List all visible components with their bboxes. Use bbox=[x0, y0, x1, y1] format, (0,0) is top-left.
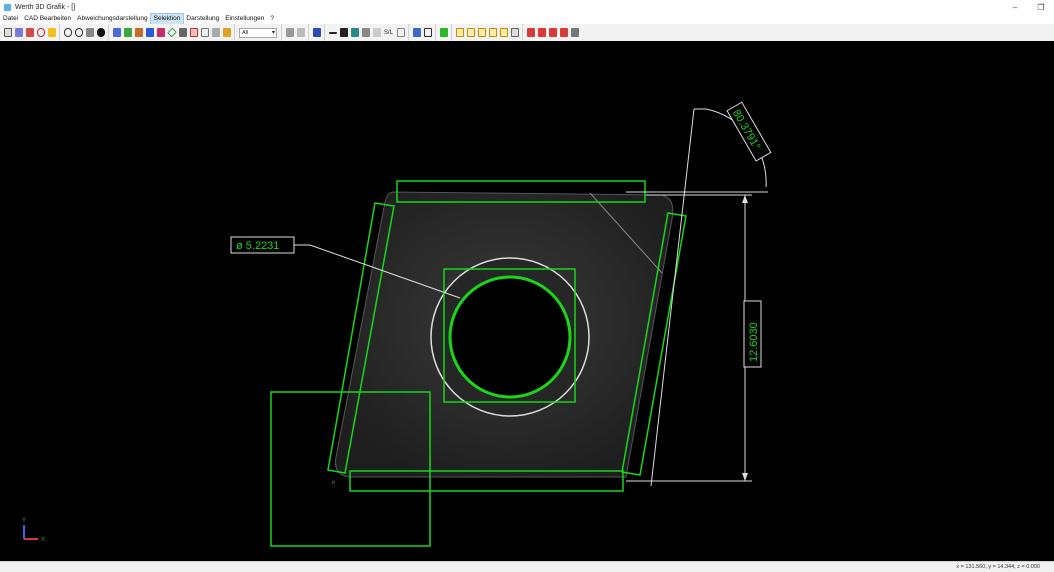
probe-icon[interactable] bbox=[14, 28, 23, 37]
toolbar-group-elements bbox=[109, 24, 235, 41]
box3-icon[interactable] bbox=[477, 28, 486, 37]
box5-icon[interactable] bbox=[499, 28, 508, 37]
fit-icon[interactable] bbox=[123, 28, 132, 37]
minus-icon[interactable] bbox=[328, 31, 337, 34]
check-icon[interactable] bbox=[372, 28, 381, 37]
diamond-icon[interactable] bbox=[166, 27, 177, 38]
mark1-icon[interactable] bbox=[526, 28, 535, 37]
green-shape-icon[interactable] bbox=[439, 28, 448, 37]
menu-help[interactable]: ? bbox=[267, 14, 277, 24]
scan-icon[interactable] bbox=[423, 28, 432, 37]
table-icon[interactable] bbox=[200, 28, 209, 37]
pen-icon[interactable] bbox=[25, 28, 34, 37]
color-icon[interactable] bbox=[156, 28, 165, 37]
menu-selektion[interactable]: Selektion bbox=[149, 13, 185, 25]
hand-icon[interactable] bbox=[570, 28, 579, 37]
curve-icon[interactable] bbox=[36, 28, 45, 37]
toolbar-group-select: All bbox=[235, 24, 282, 41]
distance-arrow-bottom bbox=[742, 473, 748, 481]
mark4-icon[interactable] bbox=[559, 28, 568, 37]
toolbar-group-pin bbox=[309, 24, 325, 41]
box4-icon[interactable] bbox=[488, 28, 497, 37]
box1-icon[interactable] bbox=[455, 28, 464, 37]
sl-button[interactable]: S/L bbox=[384, 30, 393, 36]
toolbar: All S/L bbox=[0, 24, 1054, 42]
element-icon[interactable] bbox=[134, 28, 143, 37]
toolbar-group-shape bbox=[436, 24, 453, 41]
layer-icon[interactable] bbox=[211, 28, 220, 37]
toolbar-group-adjust: S/L bbox=[325, 24, 410, 41]
mark3-icon[interactable] bbox=[548, 28, 557, 37]
link-icon[interactable] bbox=[296, 28, 305, 37]
status-bar: x = 131.560, y = 14.344, z = 0.000 bbox=[0, 561, 1054, 572]
menu-bar: Datei CAD Bearbeiten Abweichungsdarstell… bbox=[0, 13, 1054, 25]
pin-icon[interactable] bbox=[312, 28, 321, 37]
distance-label: 12.6030 bbox=[748, 322, 760, 362]
point-icon[interactable] bbox=[96, 28, 105, 37]
toolbar-group-zoom bbox=[60, 24, 109, 41]
box6-icon[interactable] bbox=[510, 28, 519, 37]
measure-icon[interactable] bbox=[412, 28, 421, 37]
bore-hole bbox=[448, 275, 572, 399]
minimize-button[interactable]: – bbox=[1002, 3, 1028, 12]
cube-icon[interactable] bbox=[112, 28, 121, 37]
menu-darstellung[interactable]: Darstellung bbox=[183, 14, 222, 24]
window-title: Werth 3D Grafik - [] bbox=[15, 3, 76, 11]
view-select[interactable]: All bbox=[239, 27, 277, 38]
axis-triad: Y X bbox=[22, 518, 45, 543]
eraser-icon[interactable] bbox=[285, 28, 294, 37]
distance-arrow-top bbox=[742, 195, 748, 203]
palette-icon[interactable] bbox=[145, 28, 154, 37]
status-coordinates: x = 131.560, y = 14.344, z = 0.000 bbox=[956, 564, 1040, 570]
cross-marker: × bbox=[331, 478, 336, 487]
funnel-icon[interactable] bbox=[222, 28, 231, 37]
toolbar-group-draw bbox=[0, 24, 60, 41]
frame-icon[interactable] bbox=[396, 28, 405, 37]
select-icon[interactable] bbox=[3, 28, 12, 37]
plus-icon[interactable] bbox=[339, 28, 348, 37]
menu-datei[interactable]: Datei bbox=[0, 14, 21, 24]
zoom-fit-icon[interactable] bbox=[74, 28, 83, 37]
flag-icon[interactable] bbox=[178, 28, 187, 37]
zoom-window-icon[interactable] bbox=[63, 28, 72, 37]
diameter-label: ø 5.2231 bbox=[236, 240, 279, 252]
mark2-icon[interactable] bbox=[537, 28, 546, 37]
box2-icon[interactable] bbox=[466, 28, 475, 37]
lightning-icon[interactable] bbox=[47, 28, 56, 37]
arrow-icon[interactable] bbox=[350, 28, 359, 37]
toolbar-group-marks bbox=[523, 24, 582, 41]
pan-icon[interactable] bbox=[85, 28, 94, 37]
y-axis-label: Y bbox=[22, 518, 26, 524]
maximize-button[interactable]: ❐ bbox=[1028, 3, 1054, 12]
toolbar-group-measure bbox=[409, 24, 437, 41]
menu-einstellungen[interactable]: Einstellungen bbox=[222, 14, 267, 24]
toolbar-group-edit bbox=[282, 24, 309, 41]
menu-abweichungsdarstellung[interactable]: Abweichungsdarstellung bbox=[74, 14, 150, 24]
app-icon bbox=[4, 3, 11, 11]
graphics-viewport[interactable]: × ø 5.2231 80.3791° 12.6030 Y X bbox=[0, 41, 1054, 561]
title-bar: Werth 3D Grafik - [] – ❐ bbox=[0, 0, 1054, 14]
toolbar-group-boxes bbox=[452, 24, 524, 41]
grid-icon[interactable] bbox=[189, 28, 198, 37]
graphics-canvas[interactable]: × ø 5.2231 80.3791° 12.6030 Y X bbox=[0, 41, 1054, 561]
x-axis-label: X bbox=[41, 537, 45, 543]
menu-cad-bearbeiten[interactable]: CAD Bearbeiten bbox=[21, 14, 74, 24]
cut-icon[interactable] bbox=[361, 28, 370, 37]
